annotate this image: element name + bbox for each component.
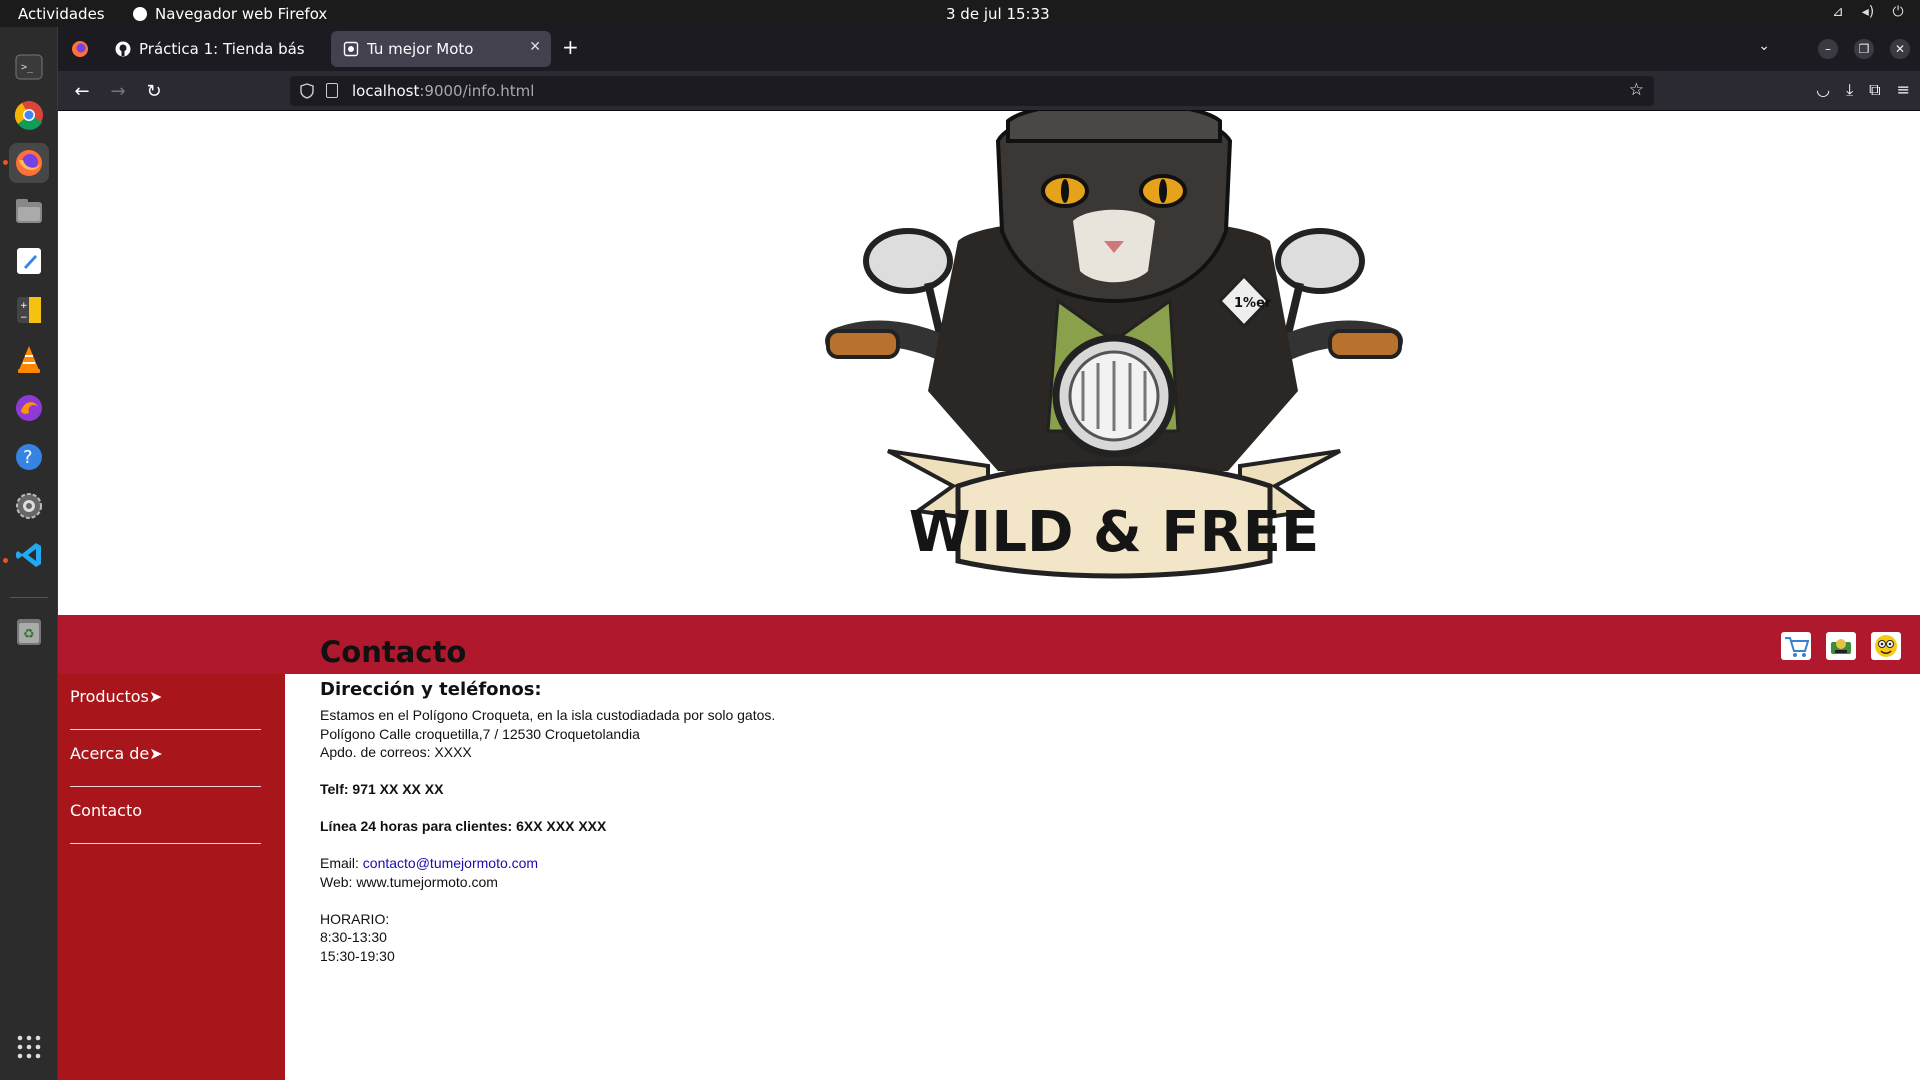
- network-icon[interactable]: ⊿: [1830, 4, 1846, 20]
- page-icon: [343, 41, 359, 57]
- show-apps-icon[interactable]: [9, 1027, 49, 1067]
- page-title: Contacto: [320, 635, 467, 669]
- url-bar[interactable]: localhost:9000/info.html ☆: [290, 76, 1654, 106]
- user-icon[interactable]: [1871, 632, 1901, 660]
- settings-icon[interactable]: [9, 486, 49, 526]
- vscode-icon[interactable]: [9, 535, 49, 575]
- text-editor-icon[interactable]: [9, 241, 49, 281]
- contact-section: Contacto Dirección y teléfonos: Estamos …: [320, 635, 1520, 965]
- firefox-icon[interactable]: [9, 143, 49, 183]
- chrome-icon[interactable]: [9, 95, 49, 135]
- url-path: :9000/info.html: [419, 82, 535, 100]
- cat-biker-logo: 1%er WILD & FREE: [825, 111, 1403, 579]
- sidebar-item-productos[interactable]: Productos➤: [70, 674, 261, 730]
- dock-separator: [10, 597, 48, 598]
- system-tray[interactable]: ⊿ ◂) ⏻: [1830, 4, 1906, 20]
- address-line-2: Polígono Calle croquetilla,7 / 12530 Cro…: [320, 725, 640, 742]
- running-indicator: [3, 160, 8, 165]
- calculator-icon[interactable]: + −: [9, 290, 49, 330]
- tab-label: Práctica 1: Tienda básica: [139, 40, 304, 58]
- hotline-text: Línea 24 horas para clientes: 6XX XXX XX…: [320, 818, 607, 834]
- badge-text: 1%er: [1234, 296, 1272, 311]
- github-icon: [115, 41, 131, 57]
- firefox-dev-icon[interactable]: [9, 388, 49, 428]
- vlc-icon[interactable]: [9, 339, 49, 379]
- files-icon[interactable]: [9, 191, 49, 231]
- schedule-morning: 8:30-13:30: [320, 929, 387, 945]
- svg-text:>_: >_: [21, 62, 34, 73]
- schedule-afternoon: 15:30-19:30: [320, 947, 395, 964]
- svg-text:?: ?: [23, 447, 33, 468]
- running-indicator: [3, 558, 8, 563]
- download-icon[interactable]: ⤓: [1846, 80, 1853, 100]
- power-icon[interactable]: ⏻: [1890, 4, 1906, 20]
- url-host: localhost: [352, 82, 420, 100]
- back-icon[interactable]: ←: [70, 79, 94, 103]
- firefox-small-icon: [133, 7, 147, 21]
- tab-practica[interactable]: Práctica 1: Tienda básica ✕: [103, 31, 363, 67]
- banner-text: WILD & FREE: [909, 500, 1319, 565]
- svg-text:♻: ♻: [23, 627, 35, 642]
- clock[interactable]: 3 de jul 15:33: [946, 5, 1050, 23]
- shield-icon[interactable]: [300, 83, 314, 99]
- url-text[interactable]: localhost:9000/info.html: [352, 82, 534, 100]
- help-icon[interactable]: ?: [9, 437, 49, 477]
- cart-icon[interactable]: [1781, 632, 1811, 660]
- menu-icon[interactable]: ≡: [1897, 80, 1910, 100]
- close-icon[interactable]: ✕: [529, 39, 541, 55]
- sidebar-item-contacto[interactable]: Contacto: [70, 788, 261, 844]
- app-menu[interactable]: Navegador web Firefox: [133, 5, 327, 23]
- window-controls: – ❐ ✕: [1818, 39, 1910, 59]
- address-line-3: Apdo. de correos: XXXX: [320, 744, 472, 760]
- toolbar-right: ◡ ⤓ ⧉ ≡: [1816, 80, 1910, 100]
- new-tab-icon[interactable]: +: [562, 35, 579, 59]
- page-info-icon[interactable]: [326, 83, 338, 98]
- sidebar-nav: Productos➤ Acerca de➤ Contacto: [58, 674, 285, 1080]
- hero-banner: 1%er WILD & FREE: [58, 111, 1920, 615]
- email-link[interactable]: contacto@tumejormoto.com: [363, 855, 538, 871]
- close-window-icon[interactable]: ✕: [1890, 39, 1910, 59]
- phone-text: Telf: 971 XX XX XX: [320, 781, 444, 797]
- forward-icon[interactable]: →: [106, 79, 130, 103]
- tab-label: Tu mejor Moto: [367, 40, 474, 58]
- extensions-icon[interactable]: ⧉: [1869, 80, 1880, 100]
- minimize-icon[interactable]: –: [1818, 39, 1838, 59]
- app-name: Navegador web Firefox: [155, 5, 328, 23]
- sidebar-item-acerca-de[interactable]: Acerca de➤: [70, 731, 261, 787]
- trash-icon[interactable]: ♻: [9, 612, 49, 652]
- tab-tu-mejor-moto[interactable]: Tu mejor Moto ✕: [331, 31, 551, 67]
- address-line-1: Estamos en el Polígono Croqueta, en la i…: [320, 707, 776, 723]
- email-row: Email: contacto@tumejormoto.com: [320, 854, 1520, 873]
- firefox-view-icon[interactable]: [70, 39, 90, 59]
- system-top-bar: Actividades Navegador web Firefox 3 de j…: [0, 0, 1920, 27]
- pocket-icon[interactable]: ◡: [1816, 80, 1830, 100]
- activities-button[interactable]: Actividades: [18, 5, 105, 23]
- volume-icon[interactable]: ◂): [1860, 4, 1876, 20]
- schedule-title: HORARIO:: [320, 910, 390, 927]
- reload-icon[interactable]: ↻: [142, 79, 166, 103]
- navigation-toolbar: ← → ↻ localhost:9000/info.html ☆ ◡ ⤓ ⧉ ≡: [58, 71, 1920, 111]
- restore-icon[interactable]: ❐: [1854, 39, 1874, 59]
- email-label: Email:: [320, 855, 363, 871]
- tab-strip: Práctica 1: Tienda básica ✕ Tu mejor Mot…: [58, 27, 1920, 71]
- terminal-icon[interactable]: >_: [9, 47, 49, 87]
- bookmark-star-icon[interactable]: ☆: [1629, 80, 1644, 100]
- chevron-down-icon[interactable]: ⌄: [1758, 38, 1770, 54]
- web-text: Web: www.tumejormoto.com: [320, 873, 498, 890]
- dock: >_ + − ? ♻: [0, 27, 58, 1080]
- section-subtitle: Dirección y teléfonos:: [320, 679, 542, 700]
- svg-text:+: +: [20, 301, 28, 311]
- login-icon[interactable]: [1826, 632, 1856, 660]
- svg-text:−: −: [20, 313, 28, 323]
